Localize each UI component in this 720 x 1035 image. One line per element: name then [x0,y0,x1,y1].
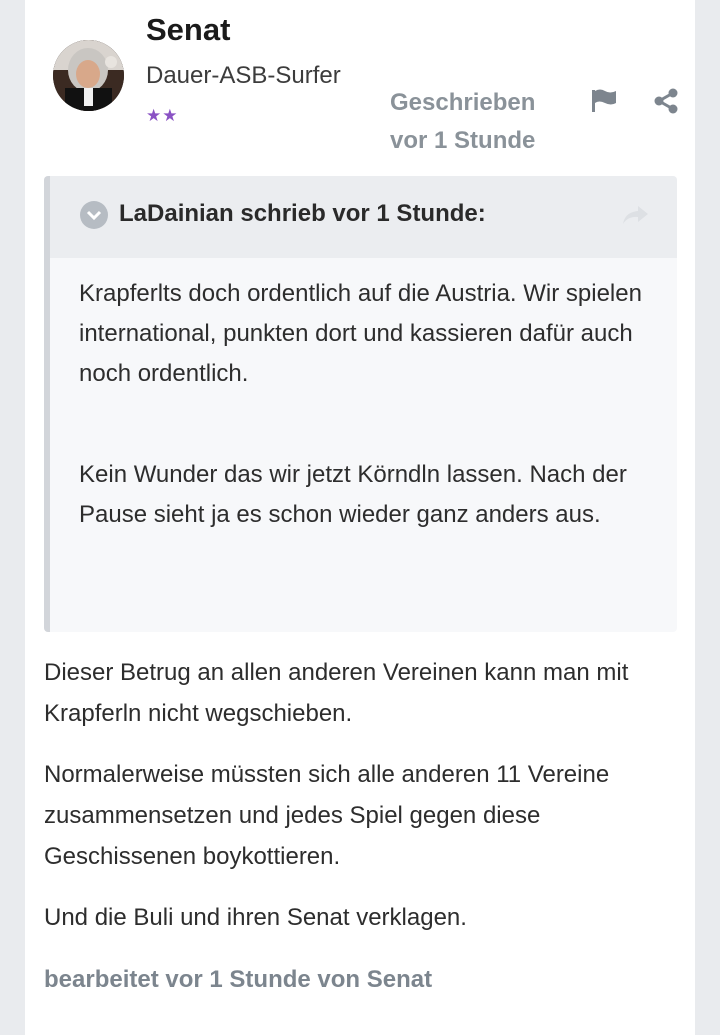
post-content: Dieser Betrug an allen anderen Vereinen … [44,652,664,958]
share-arrow-icon[interactable] [620,202,650,228]
edited-note: bearbeitet vor 1 Stunde von Senat [44,966,433,993]
content-paragraph: Dieser Betrug an allen anderen Vereinen … [44,659,629,727]
share-icon[interactable] [653,88,679,114]
avatar-image [53,40,124,111]
quote-body: Krapferlts doch ordentlich auf die Austr… [79,274,659,535]
content-paragraph: Normalerweise müssten sich alle anderen … [44,761,610,870]
post-date-line2: vor 1 Stunde [390,127,536,154]
chevron-down-icon[interactable] [80,201,108,229]
author-rank: Dauer-ASB-Surfer [146,62,341,89]
quote-citation[interactable]: LaDainian schrieb vor 1 Stunde: [119,200,486,228]
quote-header: LaDainian schrieb vor 1 Stunde: [50,176,677,258]
post-date[interactable]: Geschrieben vor 1 Stunde [390,84,560,160]
content-paragraph: Und die Buli und ihren Senat verklagen. [44,904,467,931]
rank-stars: ★★ [146,106,179,125]
author-name[interactable]: Senat [146,12,230,48]
quote-paragraph: Krapferlts doch ordentlich auf die Austr… [79,280,642,387]
quote-paragraph: Kein Wunder das wir jetzt Körndln lassen… [79,461,627,528]
flag-icon[interactable] [590,88,618,114]
quote-block: LaDainian schrieb vor 1 Stunde: Krapferl… [44,176,677,632]
post-date-line1: Geschrieben [390,89,536,116]
avatar[interactable] [53,40,124,111]
